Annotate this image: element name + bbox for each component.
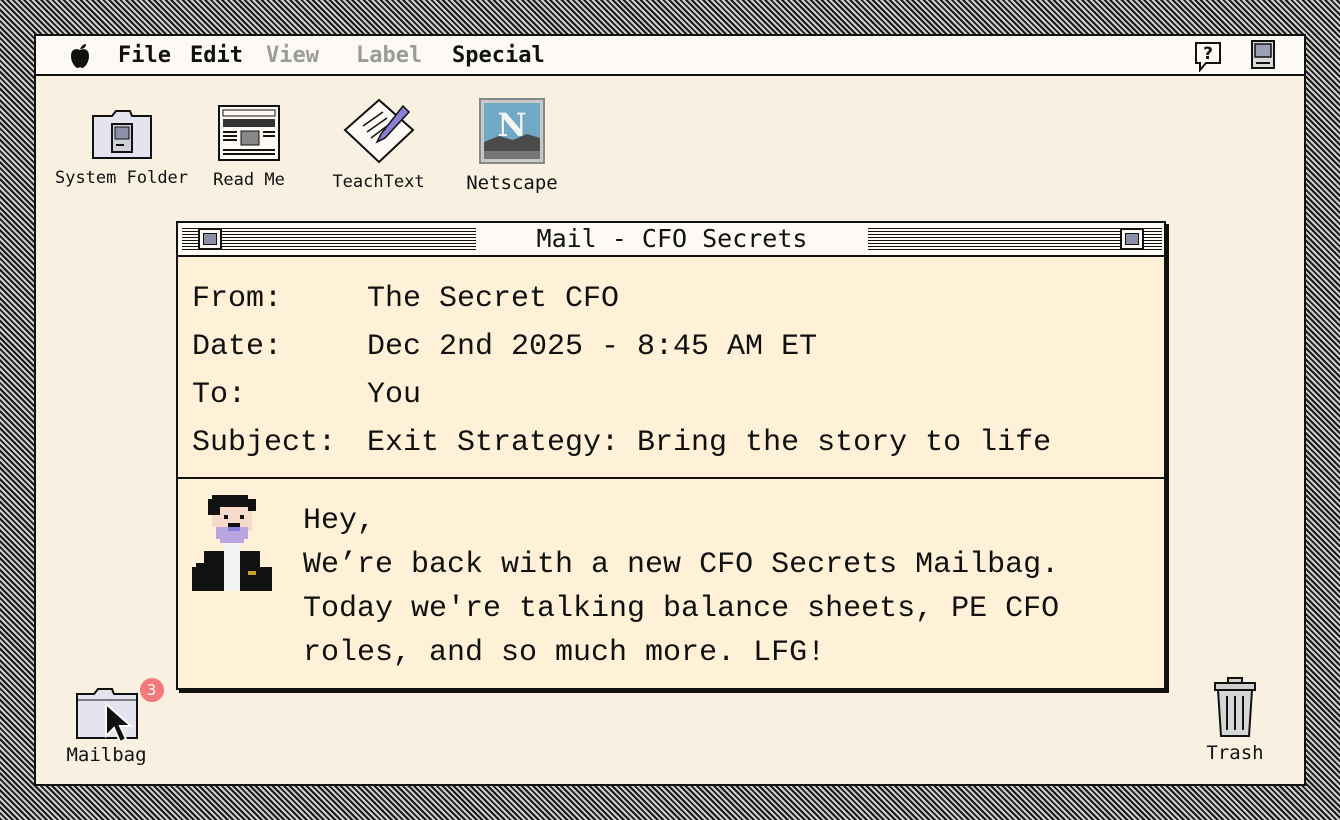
message-line: We’re back with a new CFO Secrets Mailba… xyxy=(303,548,1060,582)
menu-label[interactable]: Label xyxy=(356,42,422,70)
title-stripes xyxy=(866,228,1162,250)
header-date-value: Dec 2nd 2025 - 8:45 AM ET xyxy=(367,330,818,364)
message-line: Hey, xyxy=(303,504,376,538)
header-from: From: The Secret CFO xyxy=(192,279,619,319)
header-from-value: The Secret CFO xyxy=(367,282,620,316)
desktop-icon-trash[interactable]: Trash xyxy=(1194,676,1276,764)
desktop-icon-mailbag[interactable]: 3 Mailbag xyxy=(54,678,164,766)
mail-headers: From: The Secret CFO Date: Dec 2nd 2025 - … xyxy=(178,257,1164,479)
teachtext-icon xyxy=(343,98,414,164)
netscape-icon: N xyxy=(479,98,545,164)
mail-window: Mail - CFO Secrets From: The Secret CFO D… xyxy=(176,221,1166,690)
finder-mac-icon[interactable] xyxy=(1250,39,1276,71)
window-title-bar[interactable]: Mail - CFO Secrets xyxy=(178,223,1164,257)
header-from-label: From: xyxy=(192,282,283,316)
desktop-icon-label: Trash xyxy=(1206,742,1264,764)
desktop-icon-teachtext[interactable]: TeachText xyxy=(326,98,431,192)
menu-bar: File Edit View Label Special ? xyxy=(36,36,1304,76)
desktop-icon-label: Netscape xyxy=(466,172,558,194)
header-subject-value: Exit Strategy: Bring the story to life xyxy=(367,426,1052,460)
desktop-screen: File Edit View Label Special ? System Fo… xyxy=(34,34,1306,786)
unread-count-badge: 3 xyxy=(139,678,164,702)
menu-edit[interactable]: Edit xyxy=(190,42,243,70)
message-text: Hey, We’re back with a new CFO Secrets M… xyxy=(303,499,1059,675)
header-subject-label: Subject: xyxy=(192,426,337,460)
menu-file[interactable]: File xyxy=(118,42,171,70)
desktop-icon-netscape[interactable]: N Netscape xyxy=(450,98,574,194)
mail-body: Hey, We’re back with a new CFO Secrets M… xyxy=(178,481,1164,690)
header-to-label: To: xyxy=(192,378,247,412)
svg-text:?: ? xyxy=(1203,44,1213,64)
trash-can-icon xyxy=(1214,677,1256,737)
header-date: Date: Dec 2nd 2025 - 8:45 AM ET xyxy=(192,327,817,367)
window-zoom-box[interactable] xyxy=(1120,228,1144,250)
title-stripes xyxy=(182,228,478,250)
message-line: Today we're talking balance sheets, PE C… xyxy=(303,592,1060,626)
system-folder-icon xyxy=(91,110,152,159)
help-balloon-icon[interactable]: ? xyxy=(1192,40,1224,72)
newspaper-icon xyxy=(218,105,280,161)
sender-avatar xyxy=(192,495,272,591)
desktop-icon-label: System Folder xyxy=(54,168,189,188)
svg-text:N: N xyxy=(497,106,526,144)
desktop-icon-system-folder[interactable]: System Folder xyxy=(54,104,189,188)
apple-icon[interactable] xyxy=(68,40,92,70)
menu-special[interactable]: Special xyxy=(452,42,545,70)
window-title: Mail - CFO Secrets xyxy=(476,223,868,255)
message-line: roles, and so much more. LFG! xyxy=(303,636,826,670)
header-to: To: You xyxy=(192,375,421,415)
desktop-icon-label: Read Me xyxy=(213,170,285,190)
header-date-label: Date: xyxy=(192,330,283,364)
cursor-arrow-icon xyxy=(104,702,134,744)
header-subject: Subject: Exit Strategy: Bring the story t… xyxy=(192,423,1051,463)
menu-view[interactable]: View xyxy=(266,42,319,70)
desktop-icon-label: TeachText xyxy=(332,172,425,192)
desktop-icon-read-me[interactable]: Read Me xyxy=(204,104,294,190)
window-close-box[interactable] xyxy=(198,228,222,250)
header-to-value: You xyxy=(367,378,422,412)
